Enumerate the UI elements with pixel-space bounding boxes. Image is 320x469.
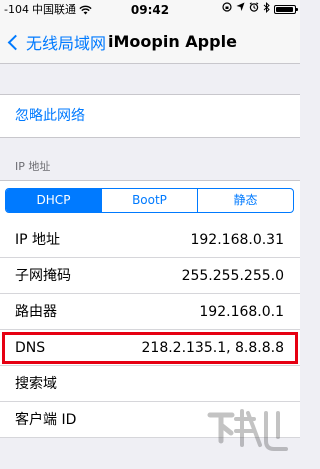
ip-mode-container: DHCP BootP 静态 bbox=[0, 180, 300, 222]
row-value: 192.168.0.1 bbox=[199, 304, 284, 320]
back-button[interactable]: 无线局域网 bbox=[6, 20, 106, 64]
alarm-clock-icon bbox=[249, 2, 259, 12]
row-label: DNS bbox=[15, 340, 46, 356]
page-title: iMoopin Apple bbox=[108, 32, 237, 51]
status-right bbox=[222, 0, 298, 14]
row-label: 搜索域 bbox=[15, 376, 57, 392]
forget-network-button[interactable]: 忽略此网络 bbox=[0, 94, 300, 138]
chevron-left-icon bbox=[7, 34, 24, 50]
row-ip-address: IP 地址 192.168.0.31 bbox=[0, 222, 300, 258]
rotation-lock-icon bbox=[222, 2, 232, 12]
navigation-bar: 无线局域网 iMoopin Apple bbox=[0, 20, 300, 64]
row-dns[interactable]: DNS 218.2.135.1, 8.8.8.8 bbox=[0, 330, 300, 366]
row-label: 客户端 ID bbox=[15, 412, 77, 428]
row-value: 192.168.0.31 bbox=[190, 232, 284, 248]
dns-field[interactable]: 218.2.135.1, 8.8.8.8 bbox=[142, 330, 285, 366]
status-bar: -104 中国联通 09:42 bbox=[0, 0, 300, 20]
row-router: 路由器 192.168.0.1 bbox=[0, 294, 300, 330]
row-label: IP 地址 bbox=[15, 232, 61, 248]
segment-static[interactable]: 静态 bbox=[197, 189, 293, 212]
row-label: 子网掩码 bbox=[15, 268, 71, 284]
back-button-label: 无线局域网 bbox=[26, 34, 107, 53]
row-search-domains[interactable]: 搜索域 bbox=[0, 366, 300, 402]
row-value: 255.255.255.0 bbox=[181, 268, 284, 284]
ip-section-header: IP 地址 bbox=[15, 160, 51, 173]
row-label: 路由器 bbox=[15, 304, 57, 320]
row-subnet-mask: 子网掩码 255.255.255.0 bbox=[0, 258, 300, 294]
bluetooth-icon bbox=[263, 1, 270, 13]
ip-mode-segmented-control: DHCP BootP 静态 bbox=[5, 188, 294, 213]
battery-icon bbox=[274, 5, 298, 14]
location-arrow-icon bbox=[236, 2, 245, 12]
watermark-logo-icon bbox=[202, 401, 292, 461]
segment-dhcp[interactable]: DHCP bbox=[6, 189, 101, 212]
screen: -104 中国联通 09:42 无线局域网 iMoopin Apple 忽略此网… bbox=[0, 0, 300, 469]
segment-bootp[interactable]: BootP bbox=[101, 189, 197, 212]
forget-network-label: 忽略此网络 bbox=[15, 108, 85, 124]
